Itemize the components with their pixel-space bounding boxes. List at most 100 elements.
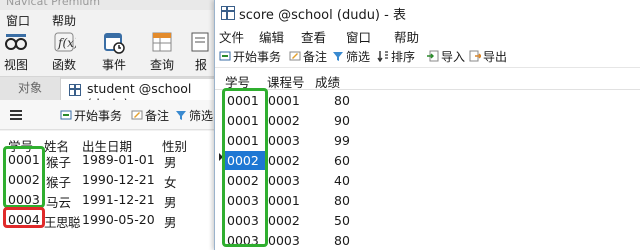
event-icon — [102, 30, 126, 54]
cell-course-id[interactable]: 0001 — [268, 193, 300, 208]
filter-label: 筛选 — [189, 109, 214, 123]
column-header[interactable]: 成绩 — [315, 72, 340, 91]
sort-icon — [377, 51, 388, 62]
view-label: 视图 — [3, 58, 28, 72]
report-button[interactable]: 报 — [188, 28, 214, 74]
cell-score[interactable]: 80 — [334, 233, 350, 248]
cell-birthdate[interactable]: 1989-01-01 — [82, 152, 155, 167]
cell-name[interactable]: 马云 — [46, 192, 71, 211]
column-header[interactable]: 课程号 — [267, 72, 305, 91]
menu-icon[interactable] — [10, 110, 22, 120]
cell-course-id[interactable]: 0002 — [268, 113, 300, 128]
note-button[interactable]: 备注 — [289, 48, 327, 65]
cell-course-id[interactable]: 0003 — [268, 233, 300, 248]
view-button[interactable]: 视图 — [0, 28, 36, 74]
export-button[interactable]: 导出 — [469, 48, 507, 65]
score-titlebar: score @school (dudu) - 表 — [215, 0, 640, 26]
note-icon — [131, 110, 143, 120]
note-label: 备注 — [145, 109, 170, 123]
import-label: 导入 — [441, 50, 466, 64]
svg-text:f(x): f(x) — [57, 36, 76, 50]
cell-score[interactable]: 60 — [334, 153, 350, 168]
query-button[interactable]: 查询 — [142, 28, 182, 74]
filter-icon — [333, 52, 343, 61]
function-label: 函数 — [51, 58, 76, 72]
filter-icon — [176, 111, 186, 120]
cell-score[interactable]: 99 — [334, 133, 350, 148]
cell-course-id[interactable]: 0002 — [268, 153, 300, 168]
event-label: 事件 — [101, 58, 126, 72]
score-table: 学号 课程号 成绩 0001 0001 80 0001 0002 90 0001… — [215, 70, 640, 250]
note-label: 备注 — [303, 50, 328, 64]
match-highlight-box — [3, 146, 45, 208]
cell-gender[interactable]: 男 — [164, 192, 177, 211]
cell-birthdate[interactable]: 1990-05-20 — [82, 212, 155, 227]
match-highlight-box — [222, 88, 268, 247]
score-header-row: 学号 课程号 成绩 — [215, 70, 640, 90]
cell-score[interactable]: 90 — [334, 113, 350, 128]
note-icon — [289, 51, 301, 61]
filter-button[interactable]: 筛选 — [175, 107, 213, 124]
unmatched-highlight-box — [3, 207, 45, 228]
table-row[interactable]: 0001 0002 90 — [215, 111, 640, 131]
cell-score[interactable]: 50 — [334, 213, 350, 228]
import-icon — [427, 50, 439, 62]
table-row[interactable]: 0003 0003 80 — [215, 231, 640, 250]
table-row[interactable]: 0002 0003 40 — [215, 171, 640, 191]
cell-gender[interactable]: 女 — [164, 172, 177, 191]
sort-button[interactable]: 排序 — [377, 48, 415, 65]
score-table-window: score @school (dudu) - 表 文件 编辑 查看 窗口 帮助 … — [214, 0, 640, 250]
student-toolbar: 开始事务 备注 筛选 — [0, 100, 214, 130]
cell-name[interactable]: 王思聪 — [44, 212, 81, 231]
cell-birthdate[interactable]: 1990-12-21 — [82, 172, 155, 187]
main-toolbar: 视图 f(x) 函数 事件 查询 报 — [0, 28, 214, 76]
cell-score[interactable]: 40 — [334, 173, 350, 188]
main-tabbar: 对象 student @school (dudu) — [0, 76, 220, 111]
export-label: 导出 — [483, 50, 508, 64]
begin-transaction-label: 开始事务 — [233, 50, 282, 64]
report-label: 报 — [194, 58, 207, 72]
score-toolbar: 开始事务 备注 筛选 排序 导入 导出 — [215, 44, 640, 68]
cell-course-id[interactable]: 0002 — [268, 213, 300, 228]
menu-window[interactable]: 窗口 — [6, 12, 30, 29]
query-icon — [150, 30, 174, 54]
cell-course-id[interactable]: 0001 — [268, 93, 300, 108]
main-title: Navicat Premium — [6, 0, 101, 8]
filter-label: 筛选 — [346, 50, 371, 64]
begin-transaction-label: 开始事务 — [74, 109, 123, 123]
menu-help[interactable]: 帮助 — [52, 12, 76, 29]
cell-course-id[interactable]: 0003 — [268, 173, 300, 188]
table-row[interactable]: 0001 0003 99 — [215, 131, 640, 151]
event-button[interactable]: 事件 — [94, 28, 134, 74]
query-label: 查询 — [149, 58, 174, 72]
cell-score[interactable]: 80 — [334, 193, 350, 208]
table-row[interactable]: 0001 0001 80 — [215, 91, 640, 111]
transaction-icon — [219, 51, 231, 61]
cell-score[interactable]: 80 — [334, 93, 350, 108]
table-row[interactable]: 0003 0001 80 — [215, 191, 640, 211]
cell-gender[interactable]: 男 — [164, 212, 177, 231]
table-row-selected[interactable]: 0002 0002 60 — [215, 151, 640, 171]
import-button[interactable]: 导入 — [427, 48, 465, 65]
transaction-icon — [60, 110, 72, 120]
view-icon — [4, 30, 28, 54]
cell-gender[interactable]: 男 — [164, 152, 177, 171]
table-row[interactable]: 0003 0002 50 — [215, 211, 640, 231]
cell-name[interactable]: 猴子 — [46, 172, 71, 191]
begin-transaction-button[interactable]: 开始事务 — [60, 107, 122, 124]
table-icon — [69, 84, 81, 96]
cell-name[interactable]: 猴子 — [46, 152, 71, 171]
tab-objects[interactable]: 对象 — [0, 77, 60, 101]
cell-birthdate[interactable]: 1991-12-21 — [82, 192, 155, 207]
export-icon — [469, 50, 481, 62]
report-icon — [189, 30, 213, 54]
note-button[interactable]: 备注 — [131, 107, 169, 124]
cell-course-id[interactable]: 0003 — [268, 133, 300, 148]
window-title: score @school (dudu) - 表 — [239, 8, 406, 23]
function-button[interactable]: f(x) 函数 — [44, 28, 84, 74]
score-menubar: 文件 编辑 查看 窗口 帮助 — [215, 26, 640, 45]
begin-transaction-button[interactable]: 开始事务 — [219, 48, 281, 65]
tab-student[interactable]: student @school (dudu) — [60, 77, 220, 111]
table-icon — [221, 6, 235, 20]
filter-button[interactable]: 筛选 — [332, 48, 370, 65]
